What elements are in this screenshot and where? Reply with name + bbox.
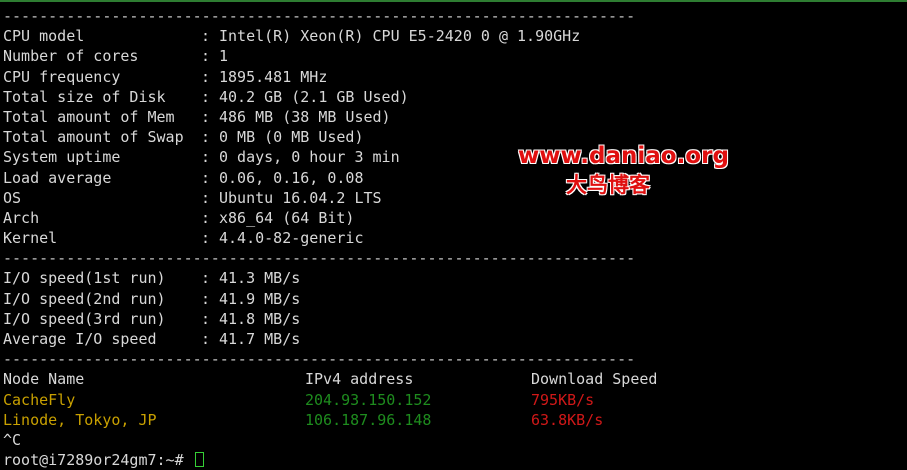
info-value: Ubuntu 16.04.2 LTS (219, 188, 382, 207)
header-node-name: Node Name (3, 370, 85, 389)
info-row-uptime: System uptime:0 days, 0 hour 3 min (3, 147, 903, 167)
info-label: Number of cores (3, 47, 139, 66)
info-value: 0 MB (0 MB Used) (219, 128, 364, 147)
separator-line: ----------------------------------------… (3, 350, 636, 369)
node-speed: 795KB/s (531, 390, 595, 409)
info-value: 4.4.0-82-generic (219, 229, 364, 248)
io-label: I/O speed(2nd run) (3, 289, 166, 308)
info-label: Kernel (3, 229, 58, 248)
interrupt-line: ^C (3, 430, 22, 449)
info-label: Load average (3, 168, 112, 187)
colon: : (201, 27, 211, 46)
colon: : (201, 208, 211, 227)
window-top-border (0, 0, 907, 2)
io-value: 41.3 MB/s (219, 269, 301, 288)
shell-prompt-line[interactable]: root@i7289or24gm7:~# (3, 450, 903, 470)
colon: : (201, 229, 211, 248)
io-row-3rd: I/O speed(3rd run):41.8 MB/s (3, 309, 903, 329)
io-label: Average I/O speed (3, 330, 157, 348)
info-row-load: Load average:0.06, 0.16, 0.08 (3, 168, 903, 188)
io-row-2nd: I/O speed(2nd run):41.9 MB/s (3, 289, 903, 309)
io-label: I/O speed(3rd run) (3, 309, 166, 328)
colon: : (201, 148, 211, 167)
cursor-icon (194, 452, 204, 468)
info-value: 1 (219, 47, 229, 66)
io-value: 41.7 MB/s (219, 330, 301, 348)
colon: : (201, 168, 211, 187)
node-ip: 204.93.150.152 (305, 390, 432, 409)
io-label: I/O speed(1st run) (3, 269, 166, 288)
node-speed: 63.8KB/s (531, 410, 604, 429)
info-row-os: OS: Ubuntu 16.04.2 LTS (3, 188, 903, 208)
io-row-1st: I/O speed(1st run):41.3 MB/s (3, 268, 903, 288)
colon: : (201, 269, 211, 288)
io-row-average: Average I/O speed:41.7 MB/s (3, 329, 903, 349)
info-label: Total size of Disk (3, 87, 166, 106)
info-value: 0 days, 0 hour 3 min (219, 148, 400, 167)
colon: : (201, 128, 211, 147)
info-row-cpu-model: CPU model: Intel(R) Xeon(R) CPU E5-2420 0… (3, 26, 903, 46)
io-value: 41.9 MB/s (219, 289, 301, 308)
info-row-cpu-frequency: CPU frequency:1895.481 MHz (3, 67, 903, 87)
separator-line: ----------------------------------------… (3, 7, 636, 25)
info-value: 40.2 GB (2.1 GB Used) (219, 87, 409, 106)
watermark-url: www.daniao.org (518, 143, 729, 169)
header-ipv4: IPv4 address (305, 370, 414, 389)
info-row-kernel: Kernel:4.4.0-82-generic (3, 228, 903, 248)
watermark: www.daniao.org 大鸟博客 (518, 141, 748, 199)
info-row-swap: Total amount of Swap:0 MB (0 MB Used) (3, 127, 903, 147)
info-label: OS (3, 188, 22, 207)
info-value: x86_64 (64 Bit) (219, 208, 355, 227)
info-row-cores: Number of cores:1 (3, 46, 903, 66)
colon: : (201, 87, 211, 106)
info-label: Total amount of Swap (3, 128, 184, 147)
info-row-mem: Total amount of Mem:486 MB (38 MB Used) (3, 107, 903, 127)
info-label: CPU frequency (3, 67, 121, 86)
info-row-disk: Total size of Disk:40.2 GB (2.1 GB Used) (3, 87, 903, 107)
separator-line: ----------------------------------------… (3, 249, 636, 268)
io-value: 41.8 MB/s (219, 309, 301, 328)
info-label: Arch (3, 208, 40, 227)
watermark-name: 大鸟博客 (566, 173, 650, 197)
colon: : (201, 47, 211, 66)
node-name: CacheFly (3, 390, 76, 409)
colon: : (201, 330, 211, 348)
info-value: 486 MB (38 MB Used) (219, 107, 391, 126)
node-name: Linode, Tokyo, JP (3, 410, 157, 429)
shell-prompt: root@i7289or24gm7:~# (3, 451, 184, 470)
colon: : (201, 188, 211, 207)
info-label: Total amount of Mem (3, 107, 175, 126)
colon: : (201, 67, 211, 86)
network-table-row: Linode, Tokyo, JP 106.187.96.148 63.8KB/s (3, 410, 903, 430)
colon: : (201, 107, 211, 126)
info-row-arch: Arch: x86_64 (64 Bit) (3, 208, 903, 228)
network-table-row: CacheFly 204.93.150.152 795KB/s (3, 390, 903, 410)
info-value: 0.06, 0.16, 0.08 (219, 168, 364, 187)
terminal-output[interactable]: ----------------------------------------… (3, 6, 903, 470)
info-value: 1895.481 MHz (219, 67, 328, 86)
info-label: System uptime (3, 148, 121, 167)
colon: : (201, 289, 211, 308)
colon: : (201, 309, 211, 328)
info-value: Intel(R) Xeon(R) CPU E5-2420 0 @ 1.90GHz (219, 27, 581, 46)
network-table-header: Node Name IPv4 address Download Speed (3, 369, 903, 389)
info-label: CPU model (3, 27, 85, 46)
header-download-speed: Download Speed (531, 370, 658, 389)
node-ip: 106.187.96.148 (305, 410, 432, 429)
